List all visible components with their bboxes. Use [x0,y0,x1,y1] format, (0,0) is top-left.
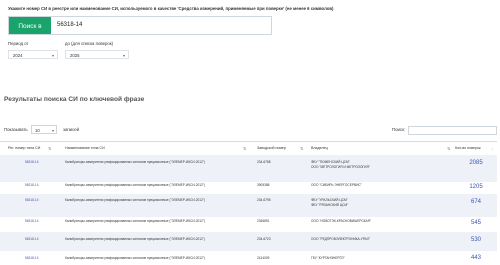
reg-number-link[interactable]: 56318-14 [25,160,38,165]
period-to-select[interactable]: 2025 ▾ [65,50,129,59]
sort-desc-icon[interactable]: ↓ [491,142,493,155]
table-row: 56318-14 Калибраторы-измерители унифицир… [0,217,497,233]
period-from-label: Период от [8,41,29,46]
chevron-down-icon: ▾ [51,128,54,133]
search-bar: Поиск в БД 56318-14 [8,16,272,47]
owner: ООО "РЕДПРОМЭЛЕКТРОНИКА-УРАЛ" [311,237,371,241]
reg-number-link[interactable]: 56318-14 [25,183,38,188]
table-row: 56318-14 Калибраторы-измерители унифицир… [0,232,497,252]
check-count-link[interactable]: 545 [468,220,484,226]
check-count-link[interactable]: 530 [468,237,484,243]
period-from-select[interactable]: 2024 ▾ [8,50,58,59]
search-db-button[interactable]: Поиск в БД [9,17,51,47]
table-filter-input[interactable] [408,126,497,135]
owner: ФБУ "РЯЗАНСКИЙ ЦСМ" [311,203,349,207]
serial-number: 234-6795 [257,198,271,202]
sort-icon[interactable]: ⇅ [300,142,303,155]
owner: ГБУ "КУРГАНЭНЕРГО" [311,256,345,260]
page-length-select[interactable]: 10 ▾ [31,125,57,134]
table-row: 56318-14 Калибраторы-измерители унифицир… [0,155,497,183]
filter-label: Поиск: [392,127,406,132]
type-name: Калибраторы-измерители унифицированных с… [65,256,205,260]
header-check-count[interactable]: Кол-во поверок [455,142,481,155]
reg-number-link[interactable]: 56318-14 [25,256,38,261]
serial-number: 234-6788 [257,160,271,164]
table-row: 56318-14 Калибраторы-измерители унифицир… [0,194,497,218]
reg-number-link[interactable]: 56318-14 [25,198,38,203]
sort-icon[interactable]: ⇅ [243,142,246,155]
check-count-link[interactable]: 674 [468,199,484,205]
period-to-value: 2025 [70,53,80,58]
header-owner[interactable]: Владелец [311,142,328,155]
type-name: Калибраторы-измерители унифицированных с… [65,237,205,241]
type-name: Калибраторы-измерители унифицированных с… [65,219,205,223]
type-name: Калибраторы-измерители унифицированных с… [65,160,205,164]
header-reg-number[interactable]: Рег. номер типа СИ [8,142,40,155]
period-from-value: 2024 [13,53,23,58]
page-length-value: 10 [35,128,40,133]
table-row: 56318-14 Калибраторы-измерители унифицир… [0,251,497,265]
period-to-label: до (для списка поверок) [65,41,114,46]
serial-number: 2414009 [257,256,270,260]
type-name: Калибраторы-измерители унифицированных с… [65,198,205,202]
results-title: Результаты поиска СИ по ключевой фразе [4,96,145,103]
table-header: Рег. номер типа СИ ⇅ Наименование типа С… [0,141,497,156]
search-input[interactable]: 56318-14 [57,17,82,34]
check-count-link[interactable]: 1205 [468,184,484,190]
check-count-link[interactable]: 443 [468,255,484,261]
owner: ООО "МЕТРОЛОГИЯ И МЕТРОЛОГИЯ" [311,165,370,169]
header-type-name[interactable]: Наименование типа СИ [65,142,105,155]
show-label: Показывать [4,127,28,132]
chevron-down-icon: ▾ [122,53,125,58]
check-count-link[interactable]: 2085 [468,160,484,166]
sort-icon[interactable]: ⇅ [48,142,51,155]
serial-number: 3905388 [257,183,270,187]
chevron-down-icon: ▾ [51,53,54,58]
type-name: Калибраторы-измерители унифицированных с… [65,183,205,187]
reg-number-link[interactable]: 56318-14 [25,219,38,224]
serial-number: 234-6723 [257,237,271,241]
header-serial[interactable]: Заводской номер [257,142,286,155]
reg-number-link[interactable]: 56318-14 [25,237,38,242]
owner: ООО "СИБИРЬ ЭНЕРГОСЕРВИС" [311,183,362,187]
search-instruction: Укажите номер СИ в реестре или наименова… [8,6,334,11]
sort-icon[interactable]: ⇅ [447,142,450,155]
records-label: записей [63,127,80,132]
owner: ООО "НОВОТЭК-КРАСНОВИШЕРСКАЯ" [311,219,372,223]
serial-number: 2346891 [257,219,270,223]
